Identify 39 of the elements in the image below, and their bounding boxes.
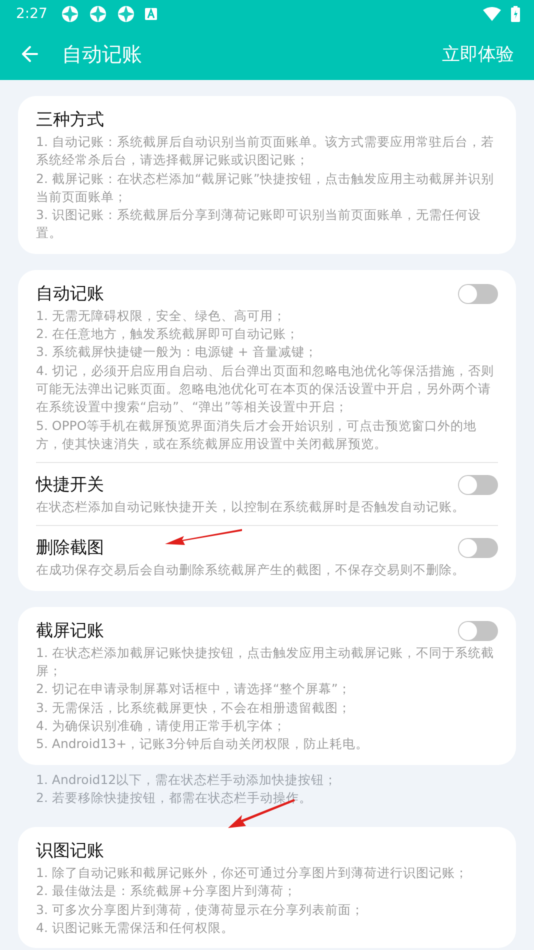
description-text: 3. 可多次分享图片到薄荷，使薄荷显示在分享列表前面； bbox=[36, 900, 365, 919]
section-title: 截屏记账 bbox=[36, 620, 104, 643]
description-text: 2. 截屏记账：在状态栏添加“截屏记账”快捷按钮，点击触发应用主动截屏并识别当前页面账单； bbox=[36, 170, 495, 206]
description-text: 2. 切记在申请录制屏幕对话框中，请选择“整个屏幕”； bbox=[36, 680, 352, 698]
description-text: 5. OPPO等手机在截屏预览界面消失后才会开始识别，可点击预览窗口外的地方，使其快速消失，或在系统截屏应用设置中关闭截屏预览。 bbox=[36, 416, 478, 453]
status-time: 2:27 bbox=[16, 6, 48, 22]
description-text: 5. Android13+，记账3分钟后自动关闭权限，防止耗电。 bbox=[36, 735, 370, 754]
description-text: 1. 除了自动记账和截屏记账外，你还可通过分享图片到薄荷进行识图记账； bbox=[36, 864, 469, 882]
note-text: 1. Android12以下，需在状态栏手动添加快捷按钮； bbox=[36, 770, 338, 789]
aperture-icon bbox=[89, 5, 108, 23]
description-text: 3. 识图记账：系统截屏后分享到薄荷记账即可识别当前页面账单，无需任何设置。 bbox=[36, 206, 482, 242]
description-text: 2. 在任意地方，触发系统截屏即可自动记账； bbox=[36, 325, 300, 344]
section-title: 自动记账 bbox=[36, 282, 104, 306]
description-text: 4. 识图记账无需保活和任何权限。 bbox=[36, 919, 235, 938]
description-text: 4. 切记，必须开启应用自启动、后台弹出页面和忽略电池优化等保活措施，否则可能无法弹出记账页面。忽略电池优化可在本页的保活设置中开启，另外两个请在系统设置中搜索“启动”、“弹出”等相关设置中开启； bbox=[36, 362, 495, 416]
aperture-icon bbox=[61, 5, 80, 23]
wifi-icon bbox=[483, 7, 501, 21]
description-text: 1. 自动记账：系统截屏后自动识别当前页面账单。该方式需要应用常驻后台，若系统经常杀后台，请选择截屏记账或识图记账； bbox=[36, 133, 495, 170]
description-text: 1. 无需无障碍权限，安全、绿色、高可用； bbox=[36, 306, 287, 325]
toggle-switch[interactable] bbox=[458, 284, 498, 304]
description-text: 2. 最佳做法是：系统截屏+分享图片到薄荷； bbox=[36, 882, 298, 900]
description-text: 3. 无需保活，比系统截屏更快，不会在相册遗留截图； bbox=[36, 698, 352, 717]
toggle-switch[interactable] bbox=[458, 538, 498, 558]
toggle-switch[interactable] bbox=[458, 475, 498, 496]
description-text: 1. 在状态栏添加截屏记账快捷按钮，点击触发应用主动截屏记账，不同于系统截屏； bbox=[36, 644, 495, 680]
description-text: 在状态栏添加自动记账快捷开关，以控制在系统截屏时是否触发自动记账。 bbox=[36, 498, 466, 516]
description-text: 4. 为确保识别准确，请使用正常手机字体； bbox=[36, 716, 287, 735]
toggle-switch[interactable] bbox=[458, 620, 498, 641]
keyboard-icon bbox=[145, 8, 158, 20]
page-title: 自动记账 bbox=[62, 40, 143, 68]
description-text: 在成功保存交易后会自动删除系统截屏产生的截图，不保存交易则不删除。 bbox=[36, 561, 466, 580]
section-title: 删除截图 bbox=[36, 537, 104, 560]
description-text: 3. 系统截屏快捷键一般为：电源键 + 音量减键； bbox=[36, 343, 318, 362]
section-title: 识图记账 bbox=[36, 840, 104, 864]
battery-icon bbox=[511, 6, 520, 22]
try-now-button[interactable]: 立即体验 bbox=[442, 38, 514, 70]
section-title: 三种方式 bbox=[36, 109, 104, 132]
aperture-icon bbox=[117, 5, 136, 23]
section-title: 快捷开关 bbox=[36, 474, 104, 498]
